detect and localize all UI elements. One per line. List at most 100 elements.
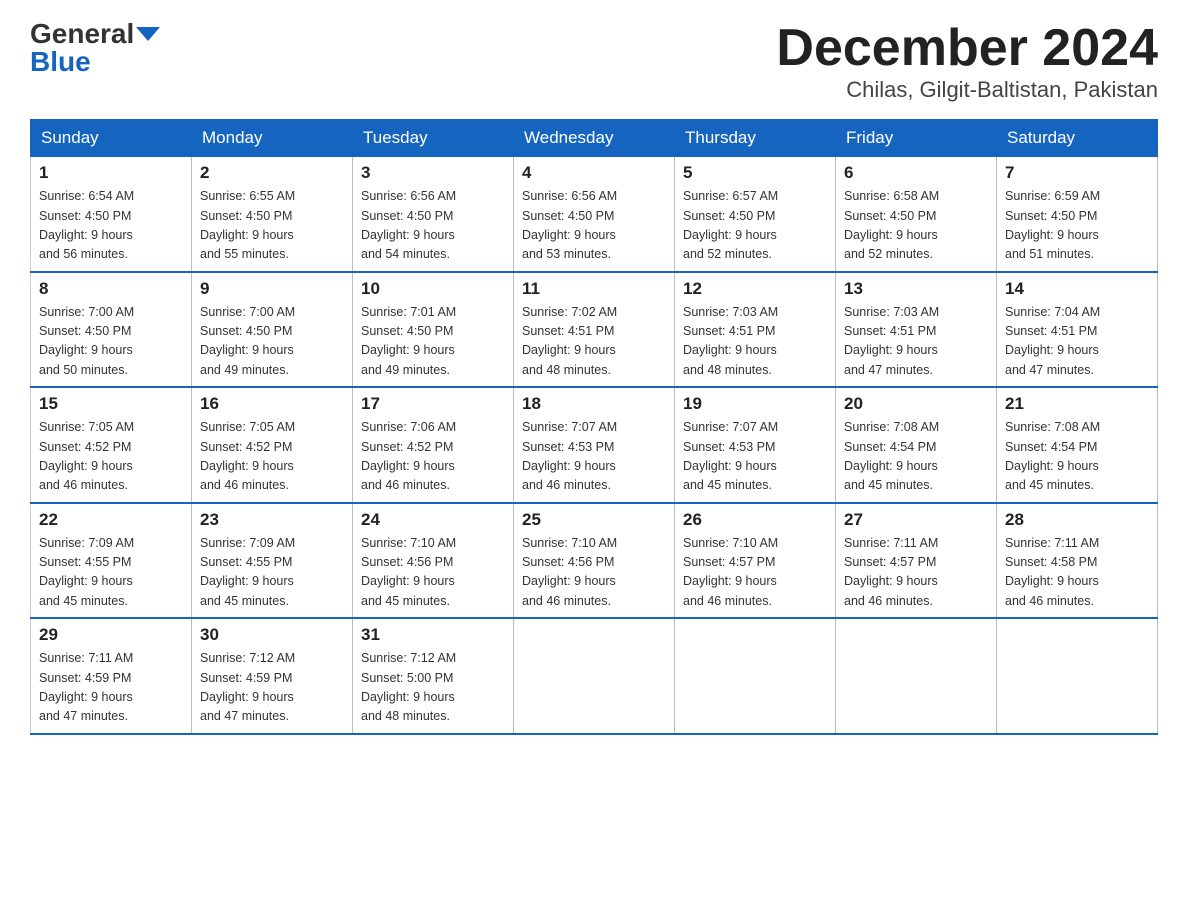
day-info: Sunrise: 7:07 AMSunset: 4:53 PMDaylight:… [522,418,666,496]
table-row: 26 Sunrise: 7:10 AMSunset: 4:57 PMDayligh… [675,503,836,619]
day-number: 23 [200,510,344,530]
table-row: 15Sunrise: 7:05 AMSunset: 4:52 PMDayligh… [31,387,192,503]
calendar-week-row: 8 Sunrise: 7:00 AMSunset: 4:50 PMDaylight… [31,272,1158,388]
table-row: 6 Sunrise: 6:58 AMSunset: 4:50 PMDaylight… [836,157,997,272]
day-info: Sunrise: 7:06 AMSunset: 4:52 PMDaylight:… [361,418,505,496]
day-info: Sunrise: 7:11 AMSunset: 4:57 PMDaylight:… [844,534,988,612]
day-info: Sunrise: 6:59 AMSunset: 4:50 PMDaylight:… [1005,187,1149,265]
calendar-header-row: Sunday Monday Tuesday Wednesday Thursday… [31,120,1158,157]
table-row: 7 Sunrise: 6:59 AMSunset: 4:50 PMDaylight… [997,157,1158,272]
logo: General Blue [30,20,160,76]
title-block: December 2024 Chilas, Gilgit-Baltistan, … [776,20,1158,103]
col-friday: Friday [836,120,997,157]
day-info: Sunrise: 7:10 AMSunset: 4:57 PMDaylight:… [683,534,827,612]
col-sunday: Sunday [31,120,192,157]
calendar-week-row: 15Sunrise: 7:05 AMSunset: 4:52 PMDayligh… [31,387,1158,503]
day-info: Sunrise: 6:55 AMSunset: 4:50 PMDaylight:… [200,187,344,265]
day-number: 5 [683,163,827,183]
day-number: 12 [683,279,827,299]
day-number: 6 [844,163,988,183]
day-number: 14 [1005,279,1149,299]
table-row: 28 Sunrise: 7:11 AMSunset: 4:58 PMDayligh… [997,503,1158,619]
day-info: Sunrise: 7:01 AMSunset: 4:50 PMDaylight:… [361,303,505,381]
table-row: 10 Sunrise: 7:01 AMSunset: 4:50 PMDayligh… [353,272,514,388]
day-info: Sunrise: 7:03 AMSunset: 4:51 PMDaylight:… [683,303,827,381]
day-number: 28 [1005,510,1149,530]
day-number: 8 [39,279,183,299]
calendar-week-row: 22 Sunrise: 7:09 AMSunset: 4:55 PMDayligh… [31,503,1158,619]
day-number: 24 [361,510,505,530]
table-row: 30 Sunrise: 7:12 AMSunset: 4:59 PMDayligh… [192,618,353,734]
day-number: 20 [844,394,988,414]
day-number: 26 [683,510,827,530]
day-number: 2 [200,163,344,183]
day-number: 25 [522,510,666,530]
day-info: Sunrise: 7:12 AMSunset: 4:59 PMDaylight:… [200,649,344,727]
day-number: 17 [361,394,505,414]
table-row: 9 Sunrise: 7:00 AMSunset: 4:50 PMDaylight… [192,272,353,388]
table-row: 16Sunrise: 7:05 AMSunset: 4:52 PMDayligh… [192,387,353,503]
table-row: 24 Sunrise: 7:10 AMSunset: 4:56 PMDayligh… [353,503,514,619]
logo-blue: Blue [30,48,91,76]
day-info: Sunrise: 7:11 AMSunset: 4:59 PMDaylight:… [39,649,183,727]
table-row: 17 Sunrise: 7:06 AMSunset: 4:52 PMDayligh… [353,387,514,503]
day-number: 19 [683,394,827,414]
col-saturday: Saturday [997,120,1158,157]
day-number: 16 [200,394,344,414]
day-info: Sunrise: 7:05 AMSunset: 4:52 PMDaylight:… [39,418,183,496]
day-info: Sunrise: 7:10 AMSunset: 4:56 PMDaylight:… [522,534,666,612]
table-row: 8Sunrise: 7:00 AMSunset: 4:50 PMDaylight… [31,272,192,388]
table-row [997,618,1158,734]
table-row: 5 Sunrise: 6:57 AMSunset: 4:50 PMDaylight… [675,157,836,272]
day-number: 4 [522,163,666,183]
day-info: Sunrise: 6:56 AMSunset: 4:50 PMDaylight:… [361,187,505,265]
day-info: Sunrise: 6:57 AMSunset: 4:50 PMDaylight:… [683,187,827,265]
day-number: 11 [522,279,666,299]
day-info: Sunrise: 7:12 AMSunset: 5:00 PMDaylight:… [361,649,505,727]
day-number: 9 [200,279,344,299]
day-info: Sunrise: 7:08 AMSunset: 4:54 PMDaylight:… [844,418,988,496]
table-row: 2 Sunrise: 6:55 AMSunset: 4:50 PMDaylight… [192,157,353,272]
logo-general: General [30,20,134,48]
day-number: 30 [200,625,344,645]
day-number: 18 [522,394,666,414]
calendar-week-row: 29 Sunrise: 7:11 AMSunset: 4:59 PMDayligh… [31,618,1158,734]
day-info: Sunrise: 6:58 AMSunset: 4:50 PMDaylight:… [844,187,988,265]
day-info: Sunrise: 7:03 AMSunset: 4:51 PMDaylight:… [844,303,988,381]
day-info: Sunrise: 6:56 AMSunset: 4:50 PMDaylight:… [522,187,666,265]
day-info: Sunrise: 7:07 AMSunset: 4:53 PMDaylight:… [683,418,827,496]
day-number: 22 [39,510,183,530]
table-row: 20 Sunrise: 7:08 AMSunset: 4:54 PMDayligh… [836,387,997,503]
day-number: 3 [361,163,505,183]
table-row: 12 Sunrise: 7:03 AMSunset: 4:51 PMDayligh… [675,272,836,388]
calendar-subtitle: Chilas, Gilgit-Baltistan, Pakistan [776,77,1158,103]
table-row: 13 Sunrise: 7:03 AMSunset: 4:51 PMDayligh… [836,272,997,388]
col-thursday: Thursday [675,120,836,157]
calendar-title: December 2024 [776,20,1158,77]
table-row: 19 Sunrise: 7:07 AMSunset: 4:53 PMDayligh… [675,387,836,503]
day-number: 7 [1005,163,1149,183]
table-row: 11Sunrise: 7:02 AMSunset: 4:51 PMDayligh… [514,272,675,388]
col-wednesday: Wednesday [514,120,675,157]
table-row: 25 Sunrise: 7:10 AMSunset: 4:56 PMDayligh… [514,503,675,619]
table-row [836,618,997,734]
table-row: 31Sunrise: 7:12 AMSunset: 5:00 PMDayligh… [353,618,514,734]
table-row: 21Sunrise: 7:08 AMSunset: 4:54 PMDayligh… [997,387,1158,503]
table-row: 3 Sunrise: 6:56 AMSunset: 4:50 PMDaylight… [353,157,514,272]
day-number: 27 [844,510,988,530]
day-number: 29 [39,625,183,645]
day-info: Sunrise: 7:09 AMSunset: 4:55 PMDaylight:… [200,534,344,612]
day-info: Sunrise: 7:00 AMSunset: 4:50 PMDaylight:… [200,303,344,381]
table-row: 23 Sunrise: 7:09 AMSunset: 4:55 PMDayligh… [192,503,353,619]
table-row: 22Sunrise: 7:09 AMSunset: 4:55 PMDayligh… [31,503,192,619]
table-row: 18 Sunrise: 7:07 AMSunset: 4:53 PMDayligh… [514,387,675,503]
calendar-week-row: 1Sunrise: 6:54 AMSunset: 4:50 PMDaylight… [31,157,1158,272]
table-row [514,618,675,734]
calendar-table: Sunday Monday Tuesday Wednesday Thursday… [30,119,1158,735]
table-row: 1Sunrise: 6:54 AMSunset: 4:50 PMDaylight… [31,157,192,272]
day-number: 10 [361,279,505,299]
day-info: Sunrise: 7:04 AMSunset: 4:51 PMDaylight:… [1005,303,1149,381]
day-number: 13 [844,279,988,299]
day-info: Sunrise: 7:11 AMSunset: 4:58 PMDaylight:… [1005,534,1149,612]
day-info: Sunrise: 7:10 AMSunset: 4:56 PMDaylight:… [361,534,505,612]
